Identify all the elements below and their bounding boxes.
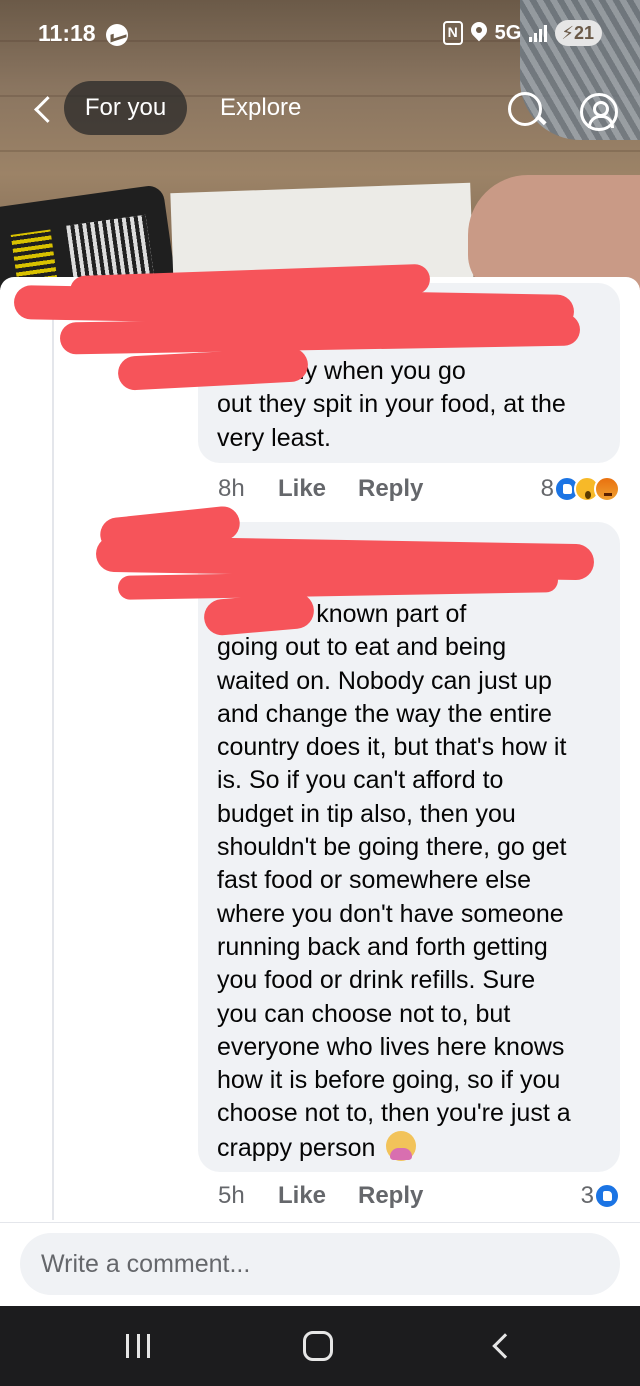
composer-divider: [0, 1222, 640, 1223]
system-navigation-bar: [0, 1306, 640, 1386]
comment-input[interactable]: [20, 1233, 620, 1295]
like-reaction-icon: [594, 1183, 620, 1209]
reply-button[interactable]: Reply: [358, 472, 423, 506]
reply-button[interactable]: Reply: [358, 1179, 423, 1213]
profile-icon[interactable]: [580, 93, 618, 131]
top-nav: For you Explore: [0, 80, 640, 136]
thread-line: [52, 300, 54, 1220]
chevron-left-icon[interactable]: [28, 92, 58, 126]
reaction-count: 8: [540, 475, 554, 502]
reaction-summary[interactable]: 8: [541, 472, 620, 506]
reaction-summary[interactable]: 3: [581, 1179, 620, 1213]
comment-time: 5h: [218, 1182, 245, 1209]
like-button[interactable]: Like: [278, 472, 326, 506]
network-label: 5G: [494, 21, 522, 44]
tab-for-you[interactable]: For you: [64, 81, 187, 135]
reaction-count: 3: [580, 1182, 594, 1209]
battery-icon: ⚡21: [555, 20, 602, 46]
location-icon: [471, 22, 487, 44]
signal-icon: [529, 24, 548, 42]
status-bar: 11:18 N 5G ⚡21: [0, 14, 640, 58]
angry-reaction-icon: [594, 476, 620, 502]
comment-time: 8h: [218, 475, 245, 502]
status-time: 11:18: [38, 20, 96, 46]
back-icon[interactable]: [490, 1332, 512, 1360]
search-icon[interactable]: [508, 92, 548, 132]
comment-text: no, it's a known part of going out to ea…: [217, 600, 571, 1162]
messenger-icon: [106, 24, 128, 46]
tab-explore[interactable]: Explore: [220, 81, 301, 135]
person-shrugging-emoji-icon: [386, 1130, 417, 1161]
recents-icon[interactable]: [126, 1334, 150, 1358]
nfc-icon: N: [442, 21, 463, 45]
like-button[interactable]: Like: [278, 1179, 326, 1213]
home-icon[interactable]: [303, 1331, 333, 1361]
battery-level: 21: [573, 23, 594, 43]
hand-image: [468, 175, 640, 290]
